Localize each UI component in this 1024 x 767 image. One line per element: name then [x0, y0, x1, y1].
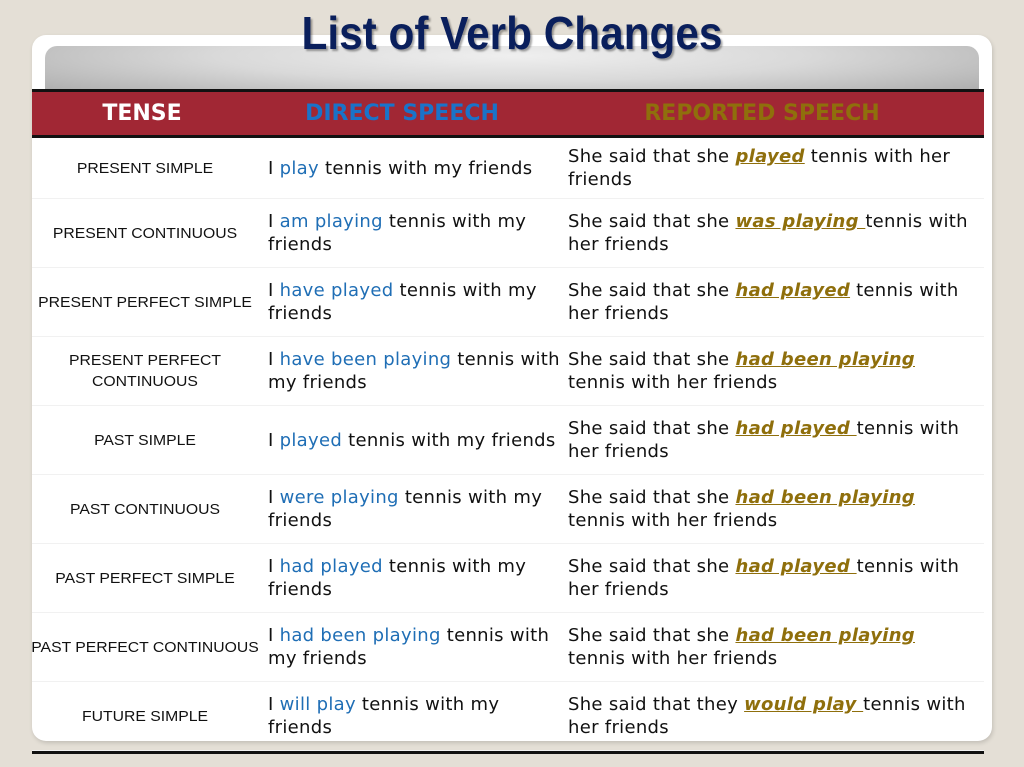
tense-cell: PRESENT CONTINUOUS [52, 224, 238, 242]
reported-verb: had played [735, 556, 857, 577]
direct-speech-cell: I played tennis with my friends [258, 429, 568, 452]
direct-prefix: I [268, 349, 280, 370]
reported-speech-cell: She said that they would play tennis wit… [568, 693, 968, 739]
direct-prefix: I [268, 694, 280, 715]
tense-cell: PAST CONTINUOUS [70, 500, 220, 518]
reported-prefix: She said that she [568, 280, 736, 301]
reported-verb: had played [735, 280, 851, 301]
reported-suffix: tennis with her friends [568, 372, 778, 393]
reported-verb: had been playing [735, 349, 915, 370]
verb-changes-table: TENSE DIRECT SPEECH REPORTED SPEECH PRES… [31, 89, 984, 754]
reported-suffix: tennis with her friends [568, 510, 778, 531]
table-row: PRESENT SIMPLE I play tennis with my frie… [32, 138, 984, 199]
reported-prefix: She said that she [568, 349, 736, 370]
direct-prefix: I [268, 487, 280, 508]
reported-speech-cell: She said that she had been playing tenni… [568, 624, 968, 670]
reported-prefix: She said that they [568, 694, 745, 715]
reported-speech-cell: She said that she had been playing tenni… [568, 348, 968, 394]
direct-speech-cell: I have been playing tennis with my frien… [258, 348, 568, 394]
table-row: PAST CONTINUOUS I were playing tennis wit… [32, 475, 984, 544]
tense-cell: PRESENT SIMPLE [76, 159, 214, 177]
direct-suffix: tennis with my friends [342, 429, 556, 451]
table-row: PAST PERFECT SIMPLE I had played tennis w… [32, 544, 984, 613]
direct-speech-cell: I will play tennis with my friends [258, 693, 568, 739]
reported-speech-cell: She said that she had played tennis with… [568, 555, 968, 601]
table-bottom-rule [32, 751, 984, 754]
reported-verb: played [735, 146, 805, 167]
table-row: PRESENT PERFECT CONTINUOUS I have been pl… [32, 337, 984, 406]
reported-speech-cell: She said that she had played tennis with… [568, 417, 968, 463]
direct-prefix: I [268, 556, 280, 577]
reported-verb: had been playing [735, 625, 915, 646]
reported-speech-cell: She said that she played tennis with her… [568, 145, 968, 191]
reported-prefix: She said that she [568, 625, 736, 646]
direct-prefix: I [268, 157, 280, 179]
direct-verb: will play [279, 694, 356, 715]
reported-prefix: She said that she [568, 146, 736, 167]
reported-verb: had played [735, 418, 857, 439]
direct-suffix: tennis with my friends [318, 157, 533, 179]
tense-cell: PRESENT PERFECT CONTINUOUS [69, 352, 221, 390]
tense-cell: PAST SIMPLE [94, 431, 196, 449]
direct-verb: had played [279, 556, 383, 577]
header-direct-speech: DIRECT SPEECH [305, 101, 499, 126]
direct-speech-cell: I had been playing tennis with my friend… [258, 624, 568, 670]
table-body: PRESENT SIMPLE I play tennis with my frie… [31, 138, 984, 751]
tense-cell: PAST PERFECT CONTINUOUS [31, 638, 259, 656]
table-header: TENSE DIRECT SPEECH REPORTED SPEECH [32, 89, 984, 138]
reported-suffix: tennis with her friends [568, 648, 778, 669]
tense-cell: FUTURE SIMPLE [81, 707, 208, 725]
tense-cell: PAST PERFECT SIMPLE [55, 569, 235, 587]
direct-verb: play [279, 157, 319, 179]
header-reported-speech: REPORTED SPEECH [644, 101, 880, 126]
reported-prefix: She said that she [568, 487, 736, 508]
direct-verb: were playing [279, 487, 399, 508]
direct-prefix: I [268, 280, 280, 301]
reported-speech-cell: She said that she had been playing tenni… [568, 486, 968, 532]
direct-speech-cell: I am playing tennis with my friends [258, 210, 568, 256]
direct-verb: have been playing [279, 349, 452, 370]
reported-verb: was playing [735, 211, 866, 232]
tense-cell: PRESENT PERFECT SIMPLE [38, 293, 252, 311]
header-tense: TENSE [102, 101, 182, 126]
direct-verb: had been playing [279, 625, 441, 646]
reported-verb: would play [744, 694, 864, 715]
table-row: PRESENT PERFECT SIMPLE I have played tenn… [32, 268, 984, 337]
reported-prefix: She said that she [568, 211, 736, 232]
direct-speech-cell: I have played tennis with my friends [258, 279, 568, 325]
direct-prefix: I [268, 211, 280, 232]
direct-verb: am playing [279, 211, 383, 232]
table-row: PAST PERFECT CONTINUOUS I had been playin… [31, 613, 984, 682]
table-row: PRESENT CONTINUOUS I am playing tennis wi… [32, 199, 984, 268]
direct-verb: played [279, 429, 343, 451]
direct-prefix: I [268, 429, 280, 451]
direct-speech-cell: I were playing tennis with my friends [258, 486, 568, 532]
reported-verb: had been playing [735, 487, 915, 508]
table-row: PAST SIMPLE I played tennis with my frien… [32, 406, 984, 475]
reported-prefix: She said that she [568, 556, 736, 577]
direct-verb: have played [279, 280, 394, 301]
reported-prefix: She said that she [568, 418, 736, 439]
direct-speech-cell: I play tennis with my friends [258, 157, 568, 180]
table-row: FUTURE SIMPLE I will play tennis with my … [32, 682, 984, 751]
reported-speech-cell: She said that she was playing tennis wit… [568, 210, 968, 256]
direct-prefix: I [268, 625, 280, 646]
reported-speech-cell: She said that she had played tennis with… [568, 279, 968, 325]
page-title: List of Verb Changes [301, 7, 723, 59]
direct-speech-cell: I had played tennis with my friends [258, 555, 568, 601]
